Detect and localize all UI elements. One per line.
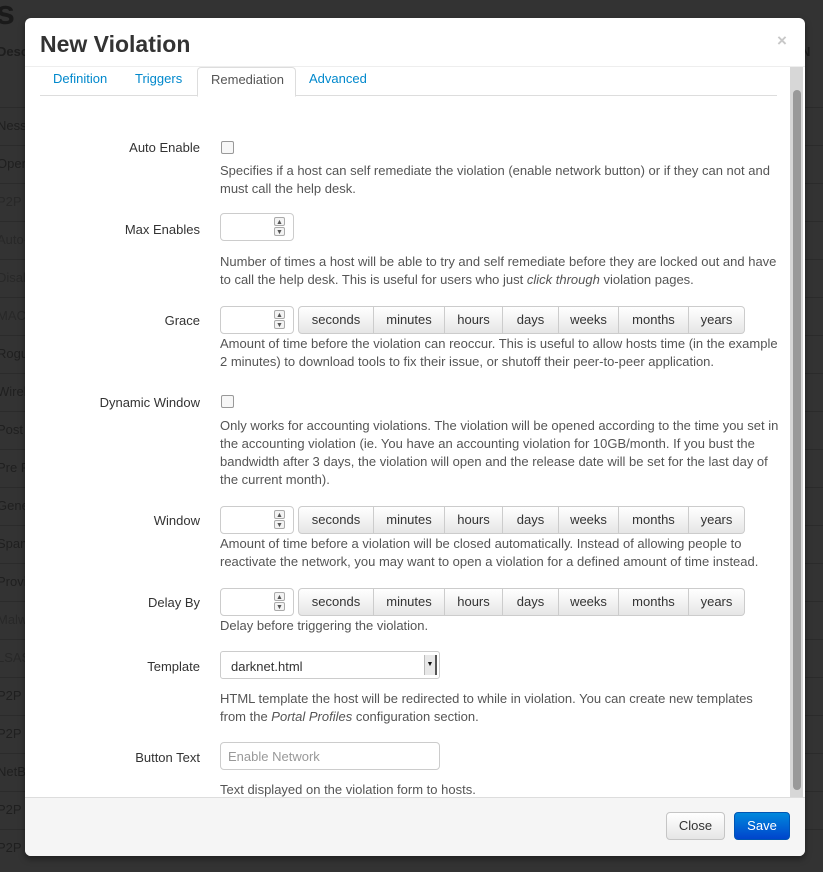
- window-unit-minutes[interactable]: minutes: [374, 506, 445, 534]
- modal-header: New Violation ×: [25, 18, 805, 67]
- spin-up-icon[interactable]: ▲: [274, 310, 285, 319]
- background-page-title: s: [0, 0, 15, 32]
- delay-by-help: Delay before triggering the violation.: [220, 618, 429, 633]
- background-row-text: P2P: [0, 840, 22, 855]
- spinner-buttons: ▲ ▼: [274, 217, 285, 237]
- tab-remediation[interactable]: Remediation: [197, 67, 296, 97]
- background-row-text: Ness: [0, 118, 27, 133]
- background-column-header: Desc: [0, 44, 29, 59]
- spin-down-icon[interactable]: ▼: [274, 227, 285, 236]
- auto-enable-help: Specifies if a host can self remediate t…: [220, 163, 770, 196]
- close-button[interactable]: Close: [666, 812, 725, 840]
- tab-triggers[interactable]: Triggers: [122, 67, 195, 95]
- delay-by-unit-minutes[interactable]: minutes: [374, 588, 445, 616]
- window-input[interactable]: ▲ ▼: [220, 506, 294, 534]
- grace-unit-minutes[interactable]: minutes: [374, 306, 445, 334]
- background-row-text: P2P: [0, 688, 22, 703]
- dynamic-window-checkbox[interactable]: [221, 395, 234, 408]
- background-row-text: Wirel: [0, 384, 27, 399]
- delay-by-unit-hours[interactable]: hours: [445, 588, 503, 616]
- grace-help: Amount of time before the violation can …: [220, 336, 778, 369]
- max-enables-input[interactable]: ▲ ▼: [220, 213, 294, 241]
- spin-down-icon[interactable]: ▼: [274, 602, 285, 611]
- auto-enable-label: Auto Enable: [129, 140, 200, 155]
- grace-unit-hours[interactable]: hours: [445, 306, 503, 334]
- grace-unit-months[interactable]: months: [619, 306, 689, 334]
- grace-unit-seconds[interactable]: seconds: [298, 306, 374, 334]
- spinner-buttons: ▲ ▼: [274, 310, 285, 330]
- window-unit-hours[interactable]: hours: [445, 506, 503, 534]
- delay-by-unit-days[interactable]: days: [503, 588, 559, 616]
- window-unit-seconds[interactable]: seconds: [298, 506, 374, 534]
- background-row-text: P2P: [0, 194, 22, 209]
- background-row-text: Provi: [0, 574, 27, 589]
- template-selected-value: darknet.html: [231, 659, 303, 674]
- max-enables-help-text-end: violation pages.: [599, 272, 694, 287]
- window-unit-months[interactable]: months: [619, 506, 689, 534]
- background-row-text: Auto-: [0, 232, 29, 247]
- delay-by-unit-months[interactable]: months: [619, 588, 689, 616]
- button-text-help: Text displayed on the violation form to …: [220, 782, 476, 797]
- background-row-text: P2P: [0, 802, 22, 817]
- window-unit-group: seconds minutes hours days weeks months years: [298, 506, 745, 534]
- background-row-text: MAC: [0, 308, 26, 323]
- grace-input[interactable]: ▲ ▼: [220, 306, 294, 334]
- spin-down-icon[interactable]: ▼: [274, 320, 285, 329]
- delay-by-unit-group: seconds minutes hours days weeks months years: [298, 588, 745, 616]
- button-text-input[interactable]: [220, 742, 440, 770]
- delay-by-unit-weeks[interactable]: weeks: [559, 588, 619, 616]
- window-unit-years[interactable]: years: [689, 506, 745, 534]
- dynamic-window-label: Dynamic Window: [99, 395, 200, 410]
- modal-scrollbar[interactable]: [790, 67, 803, 797]
- auto-enable-checkbox[interactable]: [221, 141, 234, 154]
- spin-up-icon[interactable]: ▲: [274, 217, 285, 226]
- scrollbar-thumb[interactable]: [793, 90, 801, 790]
- spin-down-icon[interactable]: ▼: [274, 520, 285, 529]
- spinner-buttons: ▲ ▼: [274, 510, 285, 530]
- delay-by-unit-years[interactable]: years: [689, 588, 745, 616]
- close-icon[interactable]: ×: [777, 31, 787, 51]
- delay-by-label: Delay By: [147, 595, 200, 610]
- template-label: Template: [147, 659, 200, 674]
- modal-footer: Close Save: [25, 797, 805, 856]
- template-help-text-end: configuration section.: [352, 709, 479, 724]
- grace-unit-weeks[interactable]: weeks: [559, 306, 619, 334]
- grace-unit-days[interactable]: days: [503, 306, 559, 334]
- tab-definition[interactable]: Definition: [40, 67, 120, 95]
- template-select[interactable]: darknet.html ▼: [220, 651, 440, 679]
- dynamic-window-help: Only works for accounting violations. Th…: [220, 418, 779, 487]
- spin-up-icon[interactable]: ▲: [274, 592, 285, 601]
- save-button[interactable]: Save: [734, 812, 790, 840]
- delay-by-input[interactable]: ▲ ▼: [220, 588, 294, 616]
- grace-unit-group: seconds minutes hours days weeks months years: [298, 306, 745, 334]
- grace-label: Grace: [164, 313, 200, 328]
- button-text-label: Button Text: [135, 750, 200, 765]
- template-help: HTML template the host will be redirecte…: [220, 690, 780, 726]
- new-violation-modal: New Violation × Definition Triggers Reme…: [25, 18, 805, 856]
- dropdown-arrow-icon: ▼: [424, 655, 437, 675]
- background-row-text: P2P: [0, 726, 22, 741]
- background-row-text: Post: [0, 422, 24, 437]
- background-row-text: Rogu: [0, 346, 29, 361]
- background-row-text: Malw: [0, 612, 28, 627]
- window-help: Amount of time before a violation will b…: [220, 536, 759, 569]
- modal-title: New Violation: [40, 31, 191, 57]
- delay-by-unit-seconds[interactable]: seconds: [298, 588, 374, 616]
- max-enables-help-emphasis: click through: [526, 272, 600, 287]
- window-unit-weeks[interactable]: weeks: [559, 506, 619, 534]
- max-enables-label: Max Enables: [124, 222, 200, 237]
- window-unit-days[interactable]: days: [503, 506, 559, 534]
- background-row-text: NetB: [0, 764, 26, 779]
- tab-bar: Definition Triggers Remediation Advanced: [40, 67, 777, 97]
- template-help-emphasis: Portal Profiles: [271, 709, 353, 724]
- spin-up-icon[interactable]: ▲: [274, 510, 285, 519]
- grace-unit-years[interactable]: years: [689, 306, 745, 334]
- tab-advanced[interactable]: Advanced: [296, 67, 380, 95]
- window-label: Window: [153, 513, 200, 528]
- modal-body: Definition Triggers Remediation Advanced…: [25, 67, 805, 797]
- max-enables-help: Number of times a host will be able to t…: [220, 253, 780, 289]
- spinner-buttons: ▲ ▼: [274, 592, 285, 612]
